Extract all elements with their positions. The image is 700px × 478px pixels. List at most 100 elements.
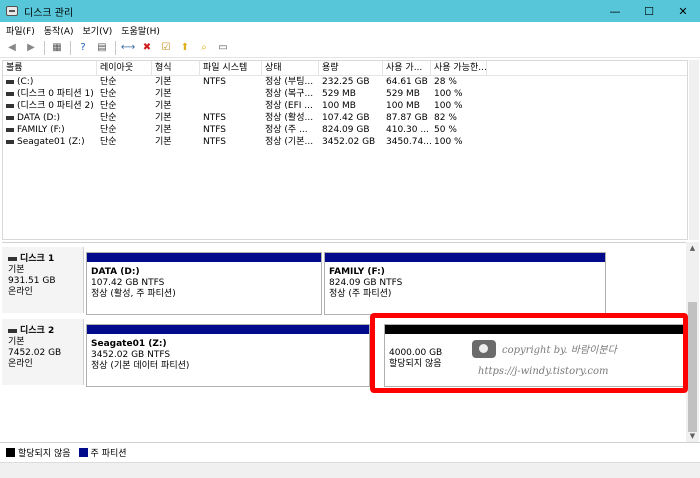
- cell-volume: FAMILY (F:): [3, 124, 97, 136]
- checklist-icon[interactable]: ☑: [158, 40, 174, 56]
- disk-2-label[interactable]: 디스크 2 기본 7452.02 GB 온라인: [2, 319, 84, 385]
- console-icon[interactable]: ▭: [215, 40, 231, 56]
- cell-capacity: 824.09 GB: [319, 124, 383, 136]
- cell-volume: (C:): [3, 76, 97, 88]
- table-row[interactable]: Seagate01 (Z:) 단순 기본 NTFS 정상 (기본... 3452.02 G…: [3, 136, 687, 148]
- legend-primary-label: 주 파티션: [90, 449, 127, 459]
- cell-text: NTFS: [203, 77, 226, 87]
- properties-icon[interactable]: ▦: [49, 40, 65, 56]
- cell-text: 단순: [100, 125, 117, 135]
- legend-unallocated-label: 할당되지 않음: [18, 449, 71, 459]
- cell-text: 232.25 GB: [322, 77, 370, 87]
- cell-text: 정상 (기본...: [265, 137, 314, 147]
- cell-type: 기본: [152, 76, 200, 88]
- cell-free-space: 410.30 ...: [383, 124, 431, 136]
- partition-bar: [87, 325, 369, 334]
- scroll-down-icon[interactable]: ▼: [686, 430, 699, 442]
- disk-size: 931.51 GB: [8, 276, 56, 286]
- partition-bar: [325, 253, 605, 262]
- folder-search-icon[interactable]: ⌕: [196, 40, 212, 56]
- cell-status: 정상 (부팅...: [262, 76, 319, 88]
- cell-text: 기본: [155, 89, 172, 99]
- partition-data-d[interactable]: DATA (D:) 107.42 GB NTFS 정상 (활성, 주 파티션): [86, 252, 322, 315]
- connect-icon[interactable]: ⟷: [120, 40, 136, 56]
- column-file-system[interactable]: 파일 시스템: [200, 61, 262, 75]
- partition-name: Seagate01 (Z:): [91, 339, 167, 349]
- folder-up-icon[interactable]: ⬆: [177, 40, 193, 56]
- menu-help[interactable]: 도움말(H): [121, 24, 160, 37]
- cell-text: 87.87 GB: [386, 113, 428, 123]
- menu-file[interactable]: 파일(F): [6, 24, 35, 37]
- disk-status: 온라인: [8, 359, 33, 369]
- cell-layout: 단순: [97, 124, 152, 136]
- volume-list: 볼륨 레이아웃 형식 파일 시스템 상태 용량 사용 가... 사용 가능한..…: [2, 60, 688, 240]
- cell-text: 100 MB: [386, 101, 420, 111]
- disk-status: 온라인: [8, 287, 33, 297]
- cell-text: NTFS: [203, 125, 226, 135]
- camera-icon: [472, 340, 496, 358]
- watermark-url: https://j-windy.tistory.com: [478, 366, 609, 377]
- partition-name: DATA (D:): [91, 267, 140, 277]
- delete-icon[interactable]: ✖: [139, 40, 155, 56]
- cell-text: 정상 (활성...: [265, 113, 314, 123]
- partition-seagate01-z[interactable]: Seagate01 (Z:) 3452.02 GB NTFS 정상 (기본 데이…: [86, 324, 370, 387]
- cell-layout: 단순: [97, 76, 152, 88]
- cell-text: 529 MB: [322, 89, 356, 99]
- cell-text: 단순: [100, 77, 117, 87]
- close-button[interactable]: ✕: [666, 0, 700, 22]
- legend-primary-swatch: [78, 448, 88, 457]
- disk-1-label[interactable]: 디스크 1 기본 931.51 GB 온라인: [2, 247, 84, 313]
- partition-family-f[interactable]: FAMILY (F:) 824.09 GB NTFS 정상 (주 파티션): [324, 252, 606, 315]
- column-status[interactable]: 상태: [262, 61, 319, 75]
- watermark-copyright: copyright by. 바람이분다: [502, 345, 617, 356]
- partition-bar: [87, 253, 321, 262]
- cell-free-percent: 28 %: [431, 76, 487, 88]
- cell-volume: (디스크 0 파티션 2): [3, 100, 97, 112]
- cell-layout: 단순: [97, 136, 152, 148]
- legend-unallocated-swatch: [6, 448, 15, 457]
- column-layout[interactable]: 레이아웃: [97, 61, 152, 75]
- column-free-percent[interactable]: 사용 가능한...: [431, 61, 487, 75]
- cell-free-percent: 50 %: [431, 124, 487, 136]
- cell-file-system: [200, 100, 262, 112]
- cell-text: DATA (D:): [17, 113, 61, 123]
- maximize-button[interactable]: ☐: [632, 0, 666, 22]
- disk-name: 디스크 2: [20, 326, 55, 336]
- cell-file-system: [200, 88, 262, 100]
- column-free-space[interactable]: 사용 가...: [383, 61, 431, 75]
- disk-management-app-icon[interactable]: [6, 6, 18, 16]
- drive-icon: [6, 103, 14, 108]
- cell-text: 28 %: [434, 77, 457, 87]
- column-capacity[interactable]: 용량: [319, 61, 383, 75]
- cell-capacity: 3452.02 GB: [319, 136, 383, 148]
- disk-name: 디스크 1: [20, 254, 55, 264]
- cell-free-space: 87.87 GB: [383, 112, 431, 124]
- column-volume[interactable]: 볼륨: [3, 61, 97, 75]
- table-row[interactable]: (디스크 0 파티션 2) 단순 기본 정상 (EFI ... 100 MB 100 MB…: [3, 100, 687, 112]
- view-icon[interactable]: ▤: [94, 40, 110, 56]
- cell-text: 정상 (주 ...: [265, 125, 308, 135]
- cell-free-percent: 100 %: [431, 88, 487, 100]
- scroll-thumb[interactable]: [688, 302, 697, 432]
- menu-view[interactable]: 보기(V): [83, 24, 113, 37]
- cell-capacity: 107.42 GB: [319, 112, 383, 124]
- table-row[interactable]: FAMILY (F:) 단순 기본 NTFS 정상 (주 ... 824.09 GB 410…: [3, 124, 687, 136]
- column-type[interactable]: 형식: [152, 61, 200, 75]
- help-icon[interactable]: ?: [75, 40, 91, 56]
- cell-text: 82 %: [434, 113, 457, 123]
- minimize-button[interactable]: —: [598, 0, 632, 22]
- table-row[interactable]: (디스크 0 파티션 1) 단순 기본 정상 (복구... 529 MB 529 MB 10…: [3, 88, 687, 100]
- scroll-up-icon[interactable]: ▲: [686, 242, 699, 254]
- menu-action[interactable]: 동작(A): [44, 24, 74, 37]
- table-row[interactable]: DATA (D:) 단순 기본 NTFS 정상 (활성... 107.42 GB 87.87…: [3, 112, 687, 124]
- partition-size: 107.42 GB NTFS: [91, 278, 165, 288]
- cell-capacity: 100 MB: [319, 100, 383, 112]
- forward-icon[interactable]: ▶: [23, 40, 39, 56]
- cell-file-system: NTFS: [200, 112, 262, 124]
- cell-text: 107.42 GB: [322, 113, 370, 123]
- volume-list-scrollbar[interactable]: [689, 60, 699, 240]
- cell-text: 3452.02 GB: [322, 137, 376, 147]
- table-row[interactable]: (C:) 단순 기본 NTFS 정상 (부팅... 232.25 GB 64.61 GB 28…: [3, 76, 687, 88]
- back-icon[interactable]: ◀: [4, 40, 20, 56]
- toolbar-separator: [70, 40, 71, 55]
